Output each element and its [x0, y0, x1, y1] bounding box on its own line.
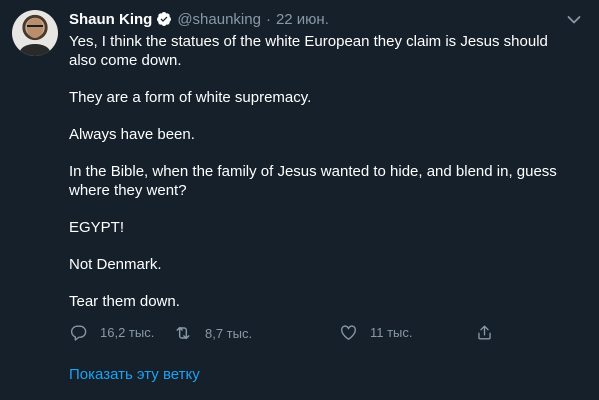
retweet-count: 8,7 тыс.: [205, 325, 253, 341]
reply-count: 16,2 тыс.: [100, 325, 155, 340]
share-button[interactable]: [475, 323, 494, 342]
tweet-text: Yes, I think the statues of the white Eu…: [69, 32, 574, 329]
tweet-paragraph: Always have been.: [69, 126, 195, 143]
tweet-paragraph: EGYPT!: [69, 219, 125, 236]
avatar-glasses: [27, 25, 43, 31]
author-name[interactable]: Shaun King: [69, 11, 152, 28]
like-button[interactable]: 11 тыс.: [339, 323, 413, 342]
tweet-paragraph: In the Bible, when the family of Jesus w…: [69, 163, 561, 199]
tweet-timestamp[interactable]: 22 июн.: [276, 11, 329, 28]
verified-badge-icon: [156, 11, 172, 27]
separator-dot: ·: [265, 10, 271, 28]
share-icon: [475, 323, 494, 342]
tweet-card[interactable]: Shaun King @shaunking · 22 июн. Yes, I t…: [0, 0, 599, 400]
tweet-actions: 16,2 тыс. 8,7 тыс. 11 тыс.: [69, 323, 499, 345]
author-handle[interactable]: @shaunking: [177, 11, 261, 28]
tweet-paragraph: They are a form of white supremacy.: [69, 89, 312, 106]
tweet-header: Shaun King @shaunking · 22 июн.: [69, 9, 329, 29]
show-thread-link[interactable]: Показать эту ветку: [69, 366, 200, 383]
tweet-paragraph: Yes, I think the statues of the white Eu…: [69, 33, 553, 69]
retweet-button[interactable]: 8,7 тыс.: [173, 323, 252, 343]
tweet-paragraph: Not Denmark.: [69, 256, 162, 273]
reply-button[interactable]: 16,2 тыс.: [69, 323, 154, 342]
heart-icon: [339, 323, 358, 342]
reply-icon: [69, 323, 88, 342]
tweet-paragraph: Tear them down.: [69, 293, 180, 310]
chevron-down-icon[interactable]: [567, 12, 581, 24]
retweet-icon: [173, 323, 193, 343]
avatar[interactable]: [12, 10, 58, 56]
avatar-shirt: [20, 44, 50, 56]
like-count: 11 тыс.: [370, 325, 413, 340]
